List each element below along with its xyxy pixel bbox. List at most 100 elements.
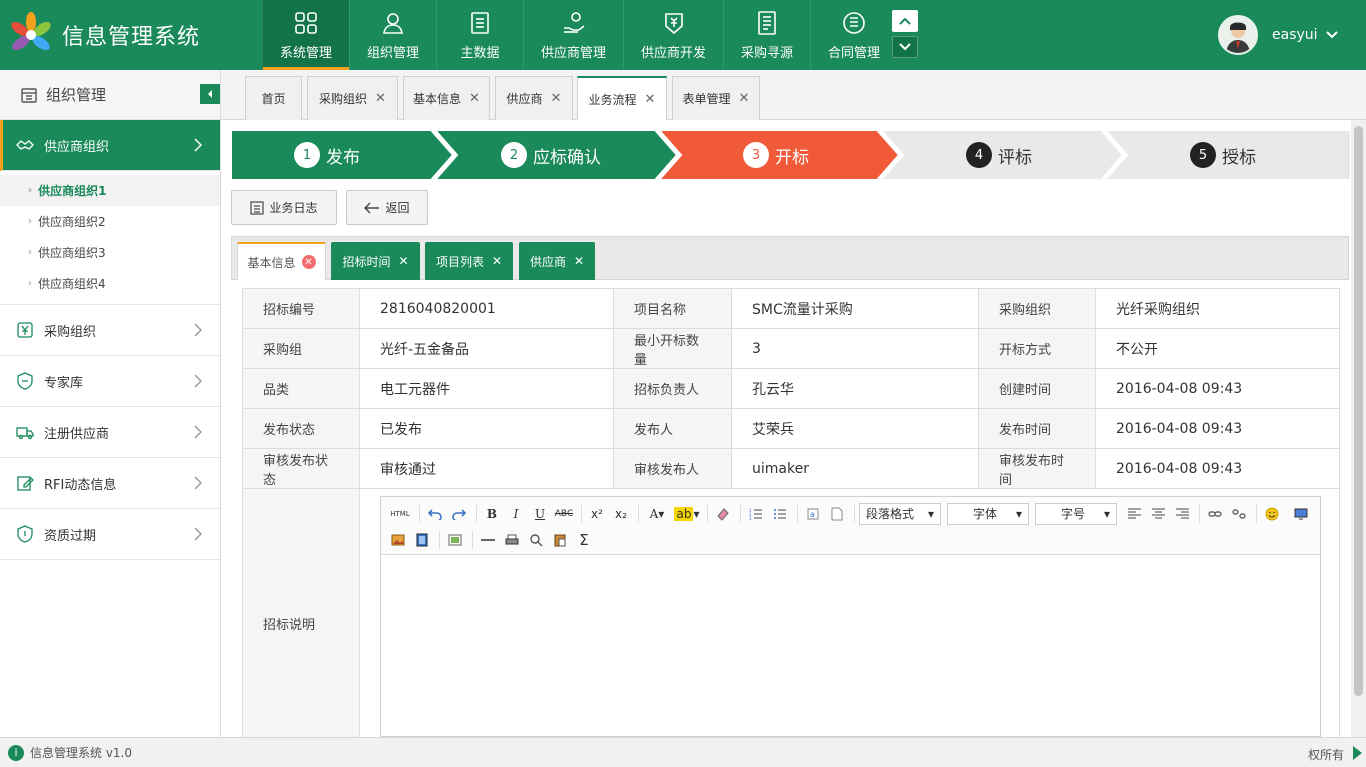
close-icon[interactable]: ✕ [492, 254, 502, 268]
app-logo[interactable]: 信息管理系统 [8, 12, 200, 58]
chevron-up-icon[interactable] [892, 10, 918, 32]
tab-basic-info[interactable]: 基本信息 ✕ [403, 76, 490, 120]
ordered-list-icon[interactable]: 123 [745, 504, 767, 524]
editor-toolbar: HTML B I U ABC x² x₂ A▾ ab ▾ 123 a 段落格式 … [381, 497, 1320, 555]
nav-item-sourcing[interactable]: 采购寻源 [723, 0, 810, 70]
close-icon[interactable]: ✕ [469, 91, 480, 106]
unlink-icon[interactable] [1228, 504, 1250, 524]
align-right-icon[interactable] [1171, 504, 1193, 524]
triangle-right-icon[interactable] [1353, 746, 1362, 760]
sidebar-item-supplier-org[interactable]: 供应商组织 [0, 120, 220, 171]
eraser-icon[interactable] [712, 504, 734, 524]
tab-label: 表单管理 [682, 92, 731, 106]
sidebar-title: 组织管理 [0, 70, 220, 120]
tab-supplier[interactable]: 供应商 ✕ [495, 76, 573, 120]
nav-item-contract[interactable]: 合同管理 [810, 0, 897, 70]
divider [1199, 504, 1200, 523]
close-icon[interactable]: ✕ [398, 254, 408, 268]
link-icon[interactable] [1204, 504, 1226, 524]
sidebar-subitem-3[interactable]: › 供应商组织3 [0, 237, 220, 268]
font-color-icon[interactable]: A▾ [643, 504, 671, 524]
tab-business-flow[interactable]: 业务流程 ✕ [577, 76, 667, 121]
sidebar-collapse-button[interactable] [200, 84, 220, 104]
bold-icon[interactable]: B [481, 504, 503, 524]
divider [707, 504, 708, 523]
close-icon[interactable]: ✕ [551, 91, 562, 106]
fullscreen-icon[interactable] [1290, 504, 1312, 524]
nav-label: 合同管理 [827, 45, 880, 61]
paragraph-format-select[interactable]: 段落格式 ▾ [859, 502, 941, 525]
close-icon[interactable]: ✕ [574, 254, 584, 268]
sidebar-subitem-4[interactable]: › 供应商组织4 [0, 268, 220, 299]
nav-item-master-data[interactable]: 主数据 [436, 0, 523, 70]
subscript-icon[interactable]: x₂ [610, 504, 632, 524]
hand-coin-icon [563, 11, 584, 33]
italic-icon[interactable]: I [505, 504, 527, 524]
font-family-select[interactable]: 字体 ▾ [947, 502, 1029, 525]
sidebar-item-qualification-expired[interactable]: 资质过期 [0, 509, 220, 560]
horizontal-rule-icon[interactable] [477, 530, 499, 550]
strikethrough-icon[interactable]: ABC [553, 504, 575, 524]
chevron-down-icon[interactable] [892, 36, 918, 58]
step-4[interactable]: 4 评标 [966, 130, 1032, 180]
sidebar-item-experts[interactable]: 专家库 [0, 356, 220, 407]
anchor-icon[interactable]: a [802, 504, 824, 524]
button-label: 业务日志 [269, 201, 318, 215]
tab-form-mgmt[interactable]: 表单管理 ✕ [672, 76, 760, 120]
highlight-color-icon[interactable]: ab ▾ [673, 504, 701, 524]
sidebar-subitem-2[interactable]: › 供应商组织2 [0, 206, 220, 237]
sigma-icon[interactable]: Σ [573, 530, 595, 550]
close-icon[interactable]: ✕ [645, 92, 656, 107]
sidebar-item-purchase-org[interactable]: 采购组织 [0, 305, 220, 356]
sidebar-item-register-supplier[interactable]: 注册供应商 [0, 407, 220, 458]
tab-purchase-org[interactable]: 采购组织 ✕ [307, 76, 398, 120]
field-label: 采购组织 [978, 288, 1096, 329]
underline-icon[interactable]: U [529, 504, 551, 524]
scrollbar-thumb[interactable] [1354, 126, 1363, 696]
sidebar-subitem-1[interactable]: › 供应商组织1 [0, 175, 220, 206]
image-icon[interactable] [387, 530, 409, 550]
step-5[interactable]: 5 授标 [1190, 130, 1256, 180]
align-left-icon[interactable] [1123, 504, 1145, 524]
html-source-button[interactable]: HTML [387, 504, 413, 524]
sidebar-item-rfi[interactable]: RFI动态信息 [0, 458, 220, 509]
emoji-icon[interactable] [1261, 504, 1283, 524]
field-value: 3 [731, 328, 979, 369]
superscript-icon[interactable]: x² [586, 504, 608, 524]
paste-icon[interactable] [549, 530, 571, 550]
table-row: 采购组 光纤-五金备品 最小开标数量 3 开标方式 不公开 [242, 328, 1340, 369]
nav-item-supplier-mgmt[interactable]: 供应商管理 [523, 0, 623, 70]
tab-home[interactable]: 首页 [245, 76, 302, 120]
back-button[interactable]: 返回 [346, 190, 428, 225]
gallery-icon[interactable] [444, 530, 466, 550]
user-menu[interactable]: easyui [1218, 14, 1338, 56]
preview-icon[interactable] [525, 530, 547, 550]
nav-item-org[interactable]: 组织管理 [349, 0, 436, 70]
video-icon[interactable] [411, 530, 433, 550]
tab-supplier-detail[interactable]: 供应商 ✕ [519, 242, 595, 280]
tab-bid-time[interactable]: 招标时间 ✕ [331, 242, 420, 280]
close-icon[interactable]: ✕ [375, 91, 386, 106]
field-value: 已发布 [359, 408, 614, 449]
tab-basic-info-detail[interactable]: 基本信息 ✕ [237, 242, 326, 280]
redo-icon[interactable] [448, 504, 470, 524]
page-icon[interactable] [826, 504, 848, 524]
unordered-list-icon[interactable] [769, 504, 791, 524]
nav-item-supplier-dev[interactable]: 供应商开发 [623, 0, 723, 70]
step-3[interactable]: 3 开标 [743, 130, 809, 180]
close-icon[interactable]: ✕ [301, 255, 316, 269]
step-2[interactable]: 2 应标确认 [501, 130, 601, 180]
close-icon[interactable]: ✕ [739, 91, 750, 106]
print-icon[interactable] [501, 530, 523, 550]
business-log-button[interactable]: 业务日志 [231, 190, 337, 225]
chevron-left-icon [208, 90, 212, 98]
field-label: 招标编号 [242, 288, 360, 329]
align-center-icon[interactable] [1147, 504, 1169, 524]
nav-item-system[interactable]: 系统管理 [262, 0, 349, 70]
svg-text:3: 3 [749, 516, 752, 520]
step-1[interactable]: 1 发布 [294, 130, 360, 180]
tab-project-list[interactable]: 项目列表 ✕ [425, 242, 513, 280]
undo-icon[interactable] [424, 504, 446, 524]
font-size-select[interactable]: 字号 ▾ [1035, 502, 1117, 525]
vertical-scrollbar[interactable] [1351, 120, 1366, 737]
